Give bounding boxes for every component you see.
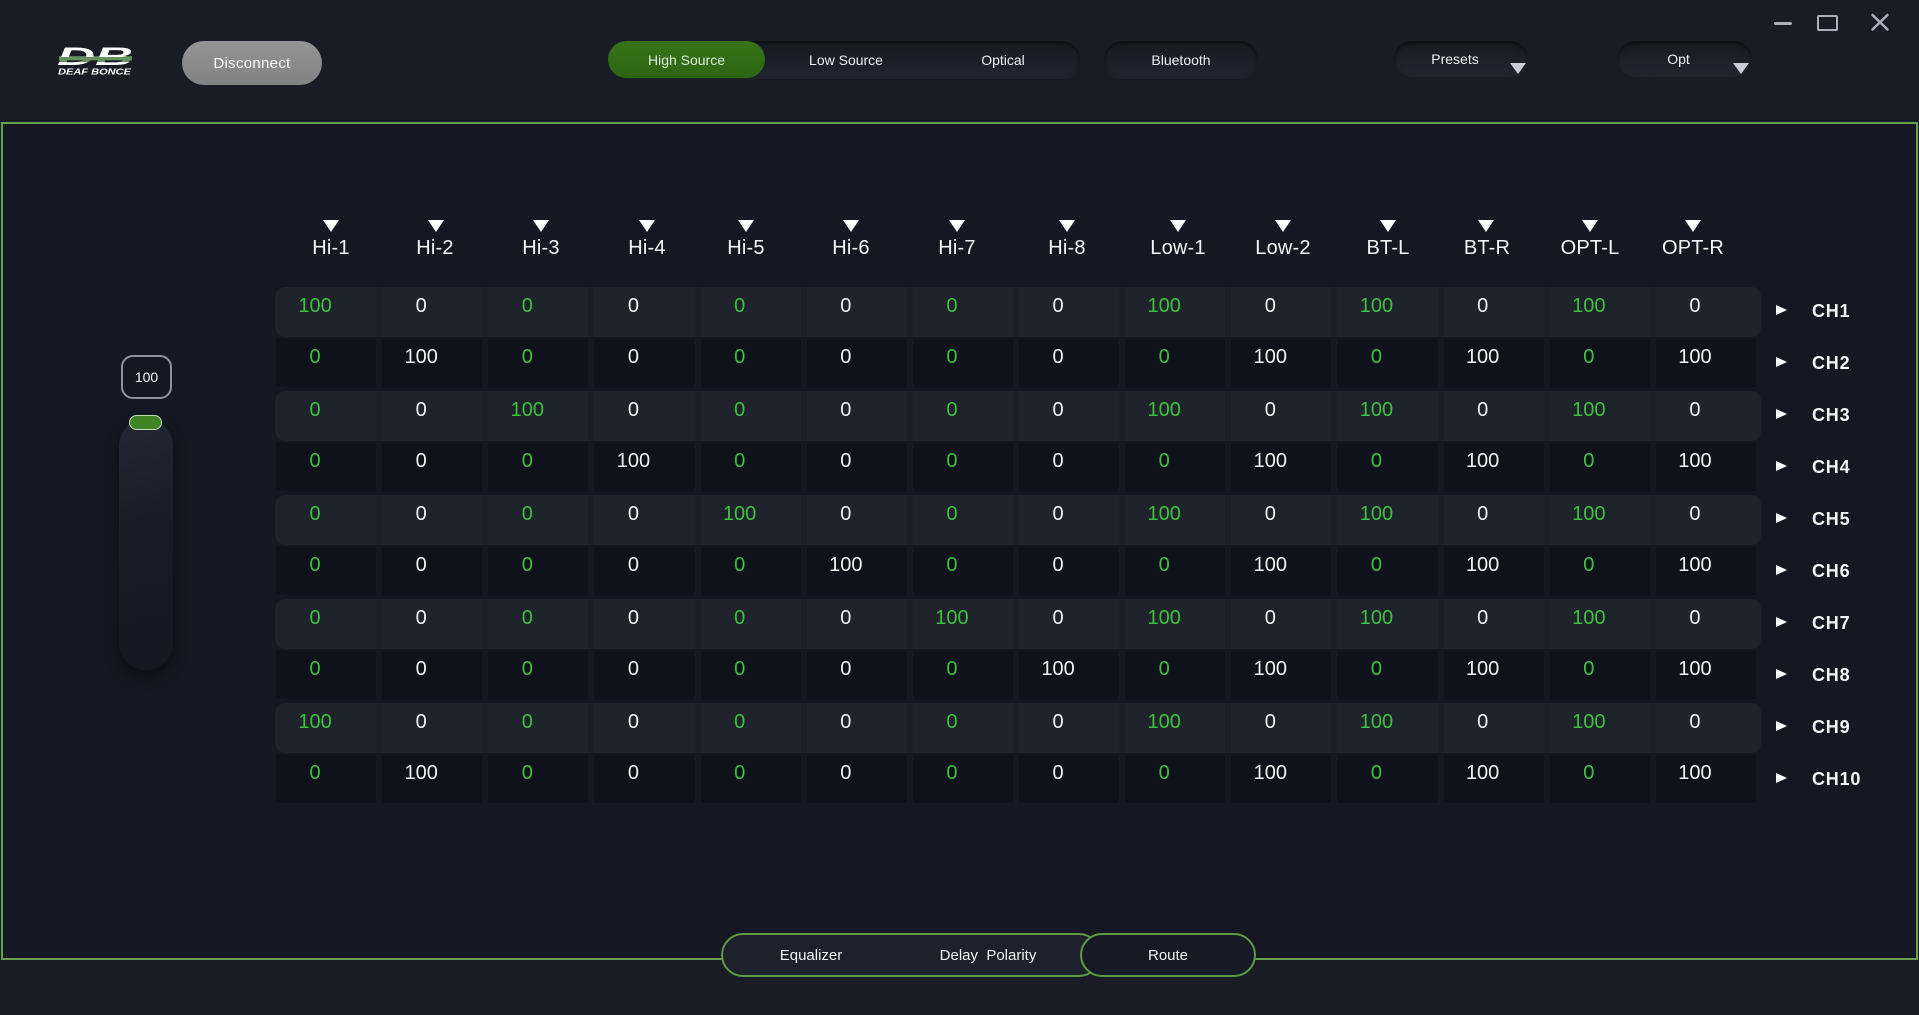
svg-text:DEAF BONCE: DEAF BONCE	[58, 67, 131, 77]
